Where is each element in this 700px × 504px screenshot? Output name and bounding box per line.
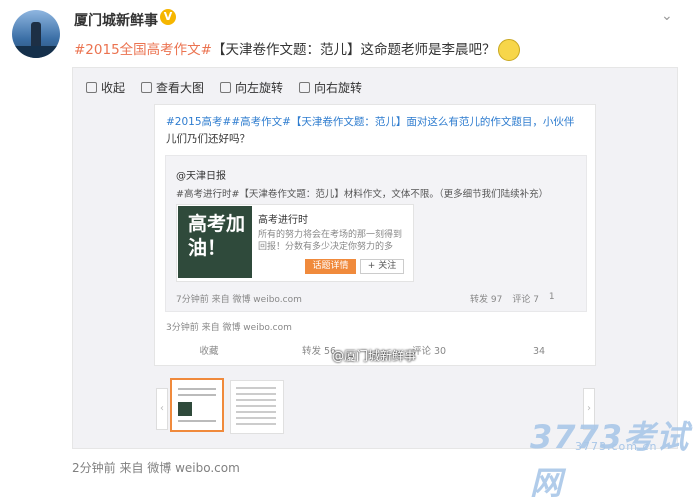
- post-body: 【天津卷作文题：范儿】这命题老师是李晨吧？: [211, 42, 496, 58]
- inner-stats: 转发 97 评论 7 1: [470, 292, 555, 305]
- rotate-right-icon: [299, 82, 311, 93]
- rotate-left-icon: [220, 82, 232, 93]
- avatar-ground-shape: [12, 46, 60, 58]
- thumb-line: [236, 423, 276, 425]
- shot-like: 34: [532, 346, 546, 357]
- chevron-down-icon[interactable]: ⌄: [661, 8, 673, 24]
- topic-card-desc: 所有的努力将会在考场的那一刻得到回报！分数有多少决定你努力的多: [258, 230, 403, 252]
- weibo-watermark: @厦门城新鲜事: [332, 349, 417, 363]
- prev-arrow-icon[interactable]: ‹: [156, 388, 168, 430]
- inner-meta: 7分钟前 来自 微博 weibo.com: [176, 295, 302, 305]
- thumbnail-1[interactable]: [170, 378, 224, 432]
- collapse-button[interactable]: 收起: [86, 79, 125, 96]
- shot-text-line1: #2015高考##高考作文#【天津卷作文题：范儿】面对这么有范儿的作文题目，小伙…: [166, 116, 575, 128]
- post-time-source: 2分钟前 来自 微博 weibo.com: [72, 461, 240, 475]
- inner-author: @天津日报: [176, 171, 226, 182]
- thumb-line: [236, 399, 276, 401]
- verified-badge: V: [160, 9, 176, 25]
- topic-detail-button: 话题详情: [305, 259, 356, 274]
- thumb-line: [178, 394, 216, 396]
- rotate-right-button[interactable]: 向右旋转: [299, 79, 362, 96]
- post-text: #2015全国高考作文#【天津卷作文题：范儿】这命题老师是李晨吧？: [74, 38, 521, 61]
- inner-comment-count: 评论 7: [512, 295, 539, 305]
- rotate-right-label: 向右旋转: [314, 81, 363, 95]
- follow-button: + 关注: [360, 259, 404, 274]
- thumbnail-2[interactable]: [230, 380, 284, 434]
- shot-meta: 3分钟前 来自 微博 weibo.com: [166, 323, 292, 333]
- thumb-line: [236, 417, 276, 419]
- avatar[interactable]: [12, 10, 60, 58]
- weibo-post-card: 厦门城新鲜事 V ⌄ #2015全国高考作文#【天津卷作文题：范儿】这命题老师是…: [0, 0, 700, 502]
- inner-repost-count: 转发 97: [470, 295, 503, 305]
- shot-collect: 收藏: [199, 346, 219, 357]
- inner-like-count: 1: [548, 292, 555, 302]
- topic-link[interactable]: #2015全国高考作文#: [74, 42, 212, 58]
- thumb-line: [178, 388, 216, 390]
- inner-text: #高考进行时#【天津卷作文题：范儿】材料作文，文体不限。（更多细节我们陆续补充）: [176, 189, 549, 200]
- post-author-name[interactable]: 厦门城新鲜事: [74, 10, 158, 30]
- thumb-line: [236, 405, 276, 407]
- view-large-button[interactable]: 查看大图: [141, 79, 204, 96]
- smile-emoji-icon: [498, 39, 521, 61]
- view-large-label: 查看大图: [156, 81, 205, 95]
- topic-card-image: 高考加油！: [178, 206, 252, 278]
- site-logo-watermark: 3773考试网: [530, 418, 690, 502]
- thumb-line: [178, 420, 216, 422]
- thumb-line: [236, 411, 276, 413]
- media-toolbar: 收起 查看大图 向左旋转 向右旋转: [86, 79, 362, 96]
- thumb-image: [178, 402, 192, 416]
- topic-card-title: 高考进行时: [258, 215, 308, 226]
- magnifier-icon: [141, 82, 153, 93]
- thumb-line: [236, 387, 276, 389]
- site-url-watermark: 3773.com.cn: [575, 440, 658, 453]
- rotate-left-label: 向左旋转: [235, 81, 284, 95]
- collapse-icon: [86, 82, 97, 93]
- rotate-left-button[interactable]: 向左旋转: [220, 79, 283, 96]
- thumb-line: [236, 393, 276, 395]
- shot-text-line2: 儿们乃们还好吗？: [166, 133, 250, 145]
- collapse-label: 收起: [101, 81, 126, 95]
